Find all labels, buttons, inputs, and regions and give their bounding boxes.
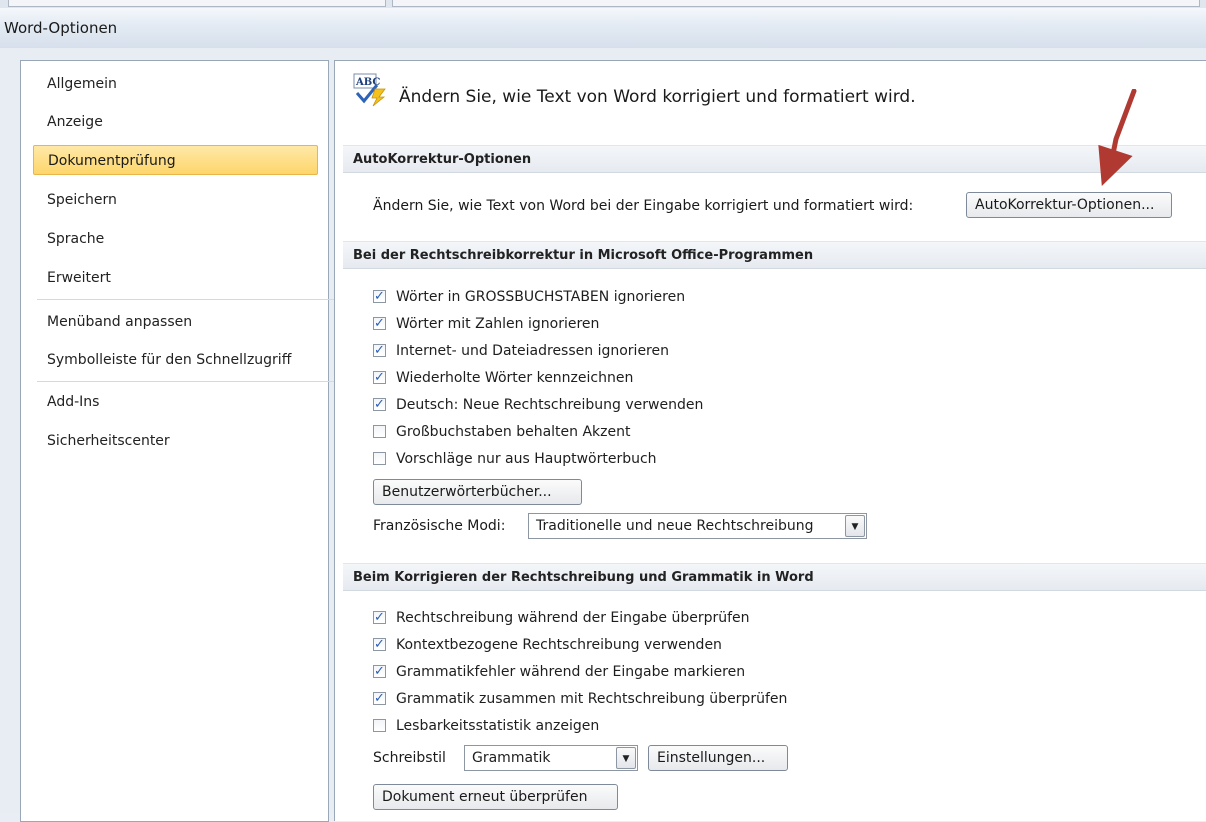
checkbox-checked[interactable] xyxy=(373,662,386,682)
chevron-down-icon[interactable]: ▼ xyxy=(845,515,865,537)
section-office-spelling: Bei der Rechtschreibkorrektur in Microso… xyxy=(343,241,1206,269)
checkbox-checked[interactable] xyxy=(373,395,386,415)
check-new-spelling[interactable]: Deutsch: Neue Rechtschreibung verwenden xyxy=(373,395,703,415)
nav-item-dokumentpruefung[interactable]: Dokumentprüfung xyxy=(33,145,318,175)
autokorrektur-options-button-label: AutoKorrektur-Optionen... xyxy=(975,197,1155,213)
french-modes-label: Französische Modi: xyxy=(373,518,506,534)
writing-style-value: Grammatik xyxy=(472,750,551,766)
checkbox-checked[interactable] xyxy=(373,689,386,709)
nav-item-sicherheitscenter[interactable]: Sicherheitscenter xyxy=(33,426,318,456)
check-readability-stats[interactable]: Lesbarkeitsstatistik anzeigen xyxy=(373,716,599,736)
recheck-document-button-label: Dokument erneut überprüfen xyxy=(382,789,588,805)
check-label: Großbuchstaben behalten Akzent xyxy=(396,424,631,440)
nav-item-allgemein[interactable]: Allgemein xyxy=(33,69,318,99)
abc-spellcheck-icon: ABC xyxy=(353,73,386,107)
nav-item-erweitert[interactable]: Erweitert xyxy=(33,263,318,293)
writing-style-select[interactable]: Grammatik ▼ xyxy=(464,745,638,771)
nav-item-anzeige[interactable]: Anzeige xyxy=(33,107,318,137)
dialog-titlebar: Word-Optionen xyxy=(0,8,1206,48)
check-ignore-uppercase[interactable]: Wörter in GROSSBUCHSTABEN ignorieren xyxy=(373,287,685,307)
check-label: Wörter in GROSSBUCHSTABEN ignorieren xyxy=(396,289,686,305)
nav-item-schnellzugriff[interactable]: Symbolleiste für den Schnellzugriff xyxy=(33,345,318,375)
dialog-client-area: Allgemein Anzeige Dokumentprüfung Speich… xyxy=(0,48,1206,822)
check-label: Internet- und Dateiadressen ignorieren xyxy=(396,343,669,359)
proofing-panel: ABC Ändern Sie, wie Text von Word korrig… xyxy=(334,60,1206,821)
panel-header-text: Ändern Sie, wie Text von Word korrigiert… xyxy=(399,87,916,107)
section-word-spelling-grammar: Beim Korrigieren der Rechtschreibung und… xyxy=(343,563,1206,591)
french-modes-value: Traditionelle und neue Rechtschreibung xyxy=(536,518,814,534)
check-ignore-numbers[interactable]: Wörter mit Zahlen ignorieren xyxy=(373,314,599,334)
checkbox-checked[interactable] xyxy=(373,608,386,628)
custom-dictionaries-button[interactable]: Benutzerwörterbücher... xyxy=(373,479,582,505)
check-spell-as-you-type[interactable]: Rechtschreibung während der Eingabe über… xyxy=(373,608,750,628)
nav-item-addins[interactable]: Add-Ins xyxy=(33,387,318,417)
check-label: Wörter mit Zahlen ignorieren xyxy=(396,316,600,332)
check-label: Deutsch: Neue Rechtschreibung verwenden xyxy=(396,397,704,413)
check-label: Grammatik zusammen mit Rechtschreibung ü… xyxy=(396,691,788,707)
checkbox-checked[interactable] xyxy=(373,287,386,307)
recheck-document-button[interactable]: Dokument erneut überprüfen xyxy=(373,784,618,810)
grammar-settings-button-label: Einstellungen... xyxy=(657,750,766,766)
annotation-arrow-icon xyxy=(1098,89,1137,187)
grammar-settings-button[interactable]: Einstellungen... xyxy=(648,745,788,771)
parent-window-frame xyxy=(392,0,1200,7)
checkbox-unchecked[interactable] xyxy=(373,452,386,465)
writing-style-label: Schreibstil xyxy=(373,750,446,766)
nav-divider xyxy=(37,299,334,300)
nav-divider xyxy=(37,381,334,382)
check-label: Rechtschreibung während der Eingabe über… xyxy=(396,610,750,626)
dialog-title: Word-Optionen xyxy=(4,19,118,37)
check-contextual-spelling[interactable]: Kontextbezogene Rechtschreibung verwende… xyxy=(373,635,722,655)
check-label: Wiederholte Wörter kennzeichnen xyxy=(396,370,634,386)
check-ignore-addresses[interactable]: Internet- und Dateiadressen ignorieren xyxy=(373,341,669,361)
checkbox-checked[interactable] xyxy=(373,314,386,334)
french-modes-select[interactable]: Traditionelle und neue Rechtschreibung ▼ xyxy=(528,513,867,539)
check-repeated-words[interactable]: Wiederholte Wörter kennzeichnen xyxy=(373,368,633,388)
check-main-dictionary[interactable]: Vorschläge nur aus Hauptwörterbuch xyxy=(373,449,657,469)
checkbox-checked[interactable] xyxy=(373,635,386,655)
check-label: Kontextbezogene Rechtschreibung verwende… xyxy=(396,637,722,653)
checkbox-unchecked[interactable] xyxy=(373,425,386,438)
nav-item-sprache[interactable]: Sprache xyxy=(33,224,318,254)
custom-dictionaries-button-label: Benutzerwörterbücher... xyxy=(382,484,552,500)
nav-item-speichern[interactable]: Speichern xyxy=(33,185,318,215)
chevron-down-icon[interactable]: ▼ xyxy=(616,747,636,769)
nav-item-menueband[interactable]: Menüband anpassen xyxy=(33,307,318,337)
options-nav: Allgemein Anzeige Dokumentprüfung Speich… xyxy=(20,60,334,822)
checkbox-unchecked[interactable] xyxy=(373,719,386,732)
check-label: Vorschläge nur aus Hauptwörterbuch xyxy=(396,451,657,467)
parent-window-frame xyxy=(8,0,386,7)
check-uppercase-accent[interactable]: Großbuchstaben behalten Akzent xyxy=(373,422,630,442)
check-grammar-as-you-type[interactable]: Grammatikfehler während der Eingabe mark… xyxy=(373,662,745,682)
autokorrektur-options-button[interactable]: AutoKorrektur-Optionen... xyxy=(966,192,1172,218)
check-label: Grammatikfehler während der Eingabe mark… xyxy=(396,664,746,680)
check-grammar-with-spelling[interactable]: Grammatik zusammen mit Rechtschreibung ü… xyxy=(373,689,787,709)
autokorrektur-description: Ändern Sie, wie Text von Word bei der Ei… xyxy=(373,198,914,214)
checkbox-checked[interactable] xyxy=(373,368,386,388)
check-label: Lesbarkeitsstatistik anzeigen xyxy=(396,718,600,734)
checkbox-checked[interactable] xyxy=(373,341,386,361)
